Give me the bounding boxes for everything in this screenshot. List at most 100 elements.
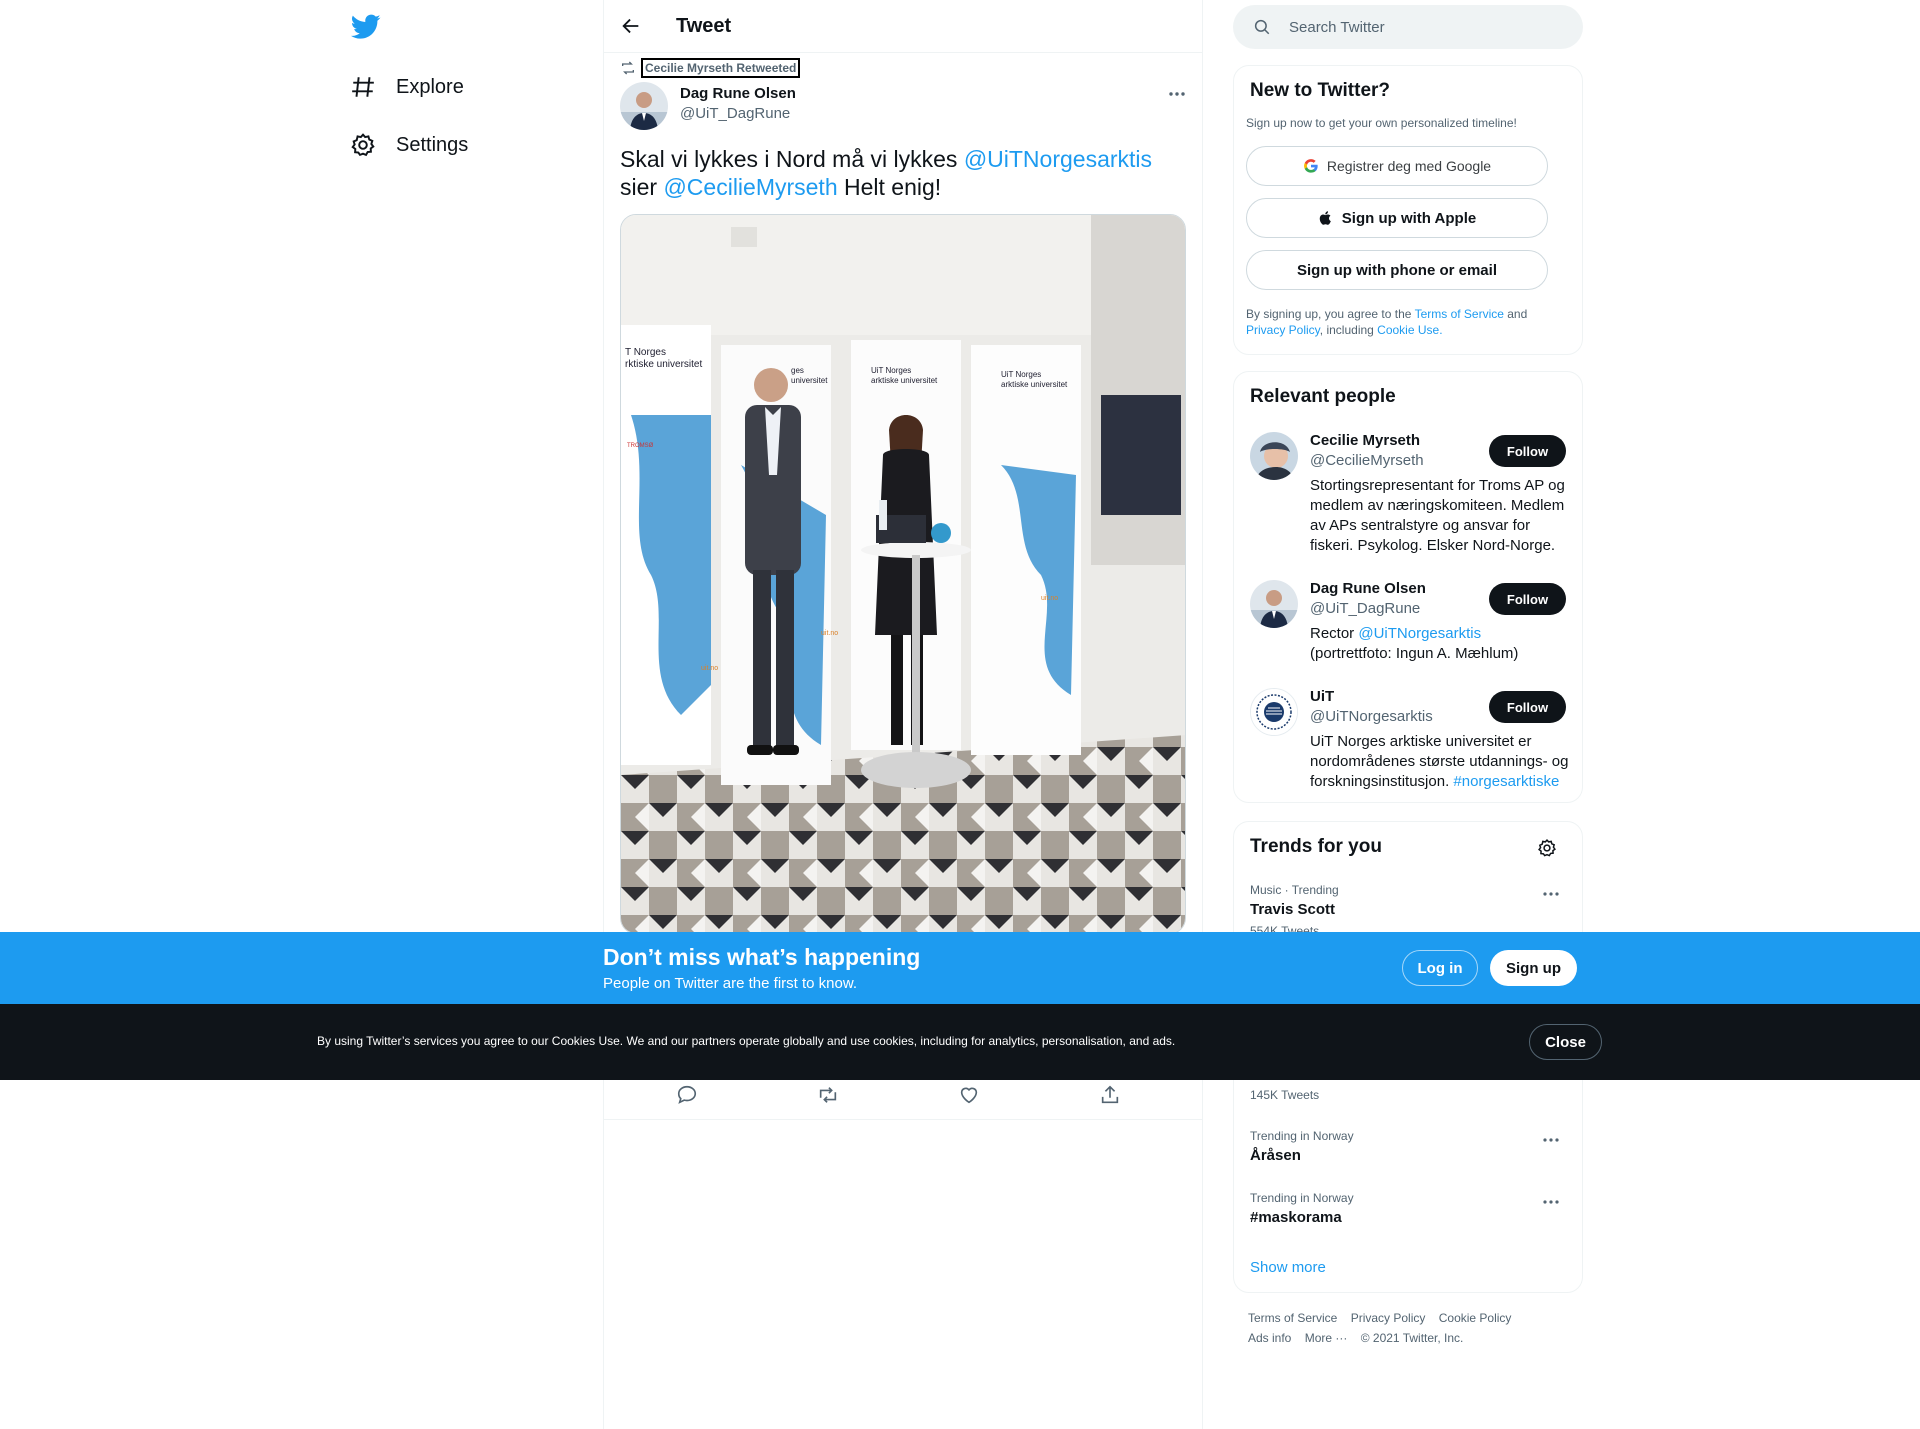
trend-name[interactable]: Åråsen — [1250, 1147, 1301, 1164]
banner-subtitle: People on Twitter are the first to know. — [603, 975, 858, 992]
nav-settings-label: Settings — [396, 133, 469, 156]
footer-copyright: © 2021 Twitter, Inc. — [1360, 1331, 1464, 1345]
show-more-link[interactable]: Show more — [1250, 1259, 1326, 1276]
privacy-link[interactable]: Privacy Policy — [1246, 323, 1320, 337]
tweet-actions — [604, 1080, 1202, 1120]
signup-legal: By signing up, you agree to the Terms of… — [1246, 306, 1566, 338]
author-avatar[interactable] — [620, 82, 668, 130]
relevant-people-card: Relevant people Cecilie Myrseth @Cecilie… — [1233, 371, 1583, 803]
avatar[interactable] — [1250, 432, 1298, 480]
media-sign-text: UiT Norges — [871, 366, 911, 375]
bio-mention-link[interactable]: @UiTNorgesarktis — [1358, 625, 1481, 642]
nav-explore-label: Explore — [396, 75, 464, 98]
close-cookie-button[interactable]: Close — [1529, 1024, 1602, 1060]
tweet-column: Tweet Cecilie Myrseth Retweeted Dag Rune… — [603, 0, 1203, 1429]
search-input[interactable] — [1289, 5, 1569, 49]
cookie-text: By using Twitter’s services you agree to… — [317, 1034, 1176, 1048]
bio-text: Rector — [1310, 625, 1359, 642]
reply-icon[interactable] — [676, 1084, 698, 1106]
trend-name[interactable]: #maskorama — [1250, 1209, 1342, 1226]
more-options-icon[interactable] — [1167, 84, 1187, 104]
person-handle[interactable]: @UiT_DagRune — [1310, 600, 1420, 617]
media-sign-text: arktiske universitet — [871, 376, 938, 385]
footer-terms-link[interactable]: Terms of Service — [1248, 1311, 1337, 1325]
person-handle[interactable]: @UiTNorgesarktis — [1310, 708, 1433, 725]
more-options-icon[interactable] — [1541, 1130, 1561, 1150]
apple-icon — [1319, 211, 1331, 225]
relevant-people-title: Relevant people — [1250, 386, 1396, 407]
cookie-use-link[interactable]: Cookie Use. — [1377, 323, 1442, 337]
legal-text: By signing up, you agree to the — [1246, 307, 1415, 321]
media-sign-text: T Norges — [625, 347, 666, 358]
back-arrow-icon[interactable] — [620, 15, 642, 37]
follow-button[interactable]: Follow — [1489, 691, 1566, 723]
footer-privacy-link[interactable]: Privacy Policy — [1351, 1311, 1426, 1325]
footer-ads-link[interactable]: Ads info — [1248, 1331, 1291, 1345]
tweet-text-part: sier — [620, 174, 664, 200]
gear-icon[interactable] — [1537, 838, 1557, 858]
tweet-text-part: Helt enig! — [837, 174, 942, 200]
mention-uitnorgesarktis[interactable]: @UiTNorgesarktis — [964, 146, 1152, 172]
twitter-logo-icon[interactable] — [351, 14, 381, 40]
follow-button[interactable]: Follow — [1489, 435, 1566, 467]
search-box[interactable] — [1233, 5, 1583, 49]
legal-text: and — [1503, 307, 1528, 321]
phone-signup-label: Sign up with phone or email — [1296, 261, 1497, 279]
tweet-text-part: Skal vi lykkes i Nord må vi lykkes — [620, 146, 964, 172]
google-signup-label: Registrer deg med Google — [1326, 158, 1492, 174]
more-options-icon[interactable] — [1541, 884, 1561, 904]
nav-explore[interactable]: Explore — [350, 62, 464, 112]
trend-meta: Trending in Norway — [1250, 1191, 1354, 1205]
share-icon[interactable] — [1099, 1084, 1121, 1106]
author-name[interactable]: Dag Rune Olsen — [680, 85, 796, 102]
footer-more-link[interactable]: More ··· — [1305, 1331, 1348, 1345]
like-heart-icon[interactable] — [958, 1084, 980, 1106]
tweet-text: Skal vi lykkes i Nord må vi lykkes @UiTN… — [620, 145, 1190, 201]
retweeted-by-label[interactable]: Cecilie Myrseth Retweeted — [640, 58, 801, 78]
login-button[interactable]: Log in — [1402, 950, 1478, 986]
person-name[interactable]: UiT — [1310, 688, 1334, 705]
media-sign-text: uit.no — [701, 665, 718, 672]
banner-title: Don’t miss what’s happening — [603, 944, 921, 970]
person-bio: Rector @UiTNorgesarktis (portrettfoto: In… — [1310, 624, 1572, 664]
terms-link[interactable]: Terms of Service — [1415, 307, 1504, 321]
hashtag-icon — [352, 77, 374, 97]
more-options-icon[interactable] — [1541, 1192, 1561, 1212]
person-name[interactable]: Dag Rune Olsen — [1310, 580, 1426, 597]
trend-meta: Music · Trending — [1250, 883, 1339, 897]
person-name[interactable]: Cecilie Myrseth — [1310, 432, 1420, 449]
signup-card: New to Twitter? Sign up now to get your … — [1233, 65, 1583, 355]
person-bio: Stortingsrepresentant for Troms AP og me… — [1310, 477, 1565, 554]
phone-signup-button[interactable]: Sign up with phone or email — [1246, 250, 1548, 290]
tweet-photo[interactable]: T Norges rktiske universitet UiT Norges … — [620, 214, 1186, 934]
retweet-context[interactable]: Cecilie Myrseth Retweeted — [620, 58, 801, 78]
author-handle[interactable]: @UiT_DagRune — [680, 105, 790, 122]
trend-name[interactable]: Travis Scott — [1250, 901, 1335, 918]
nav-settings[interactable]: Settings — [350, 120, 468, 170]
footer-links-row-2: Ads info More ··· © 2021 Twitter, Inc. — [1248, 1331, 1473, 1345]
avatar[interactable] — [1250, 688, 1298, 736]
google-signup-button[interactable]: Registrer deg med Google — [1246, 146, 1548, 186]
media-sign-text: TROMSØ — [627, 443, 654, 449]
avatar[interactable] — [1250, 580, 1298, 628]
trend-meta: Trending in Norway — [1250, 1129, 1354, 1143]
signup-button[interactable]: Sign up — [1490, 950, 1577, 986]
cookie-bar: By using Twitter’s services you agree to… — [0, 1004, 1920, 1080]
tweet-header: Tweet — [604, 0, 1202, 53]
media-sign-text: uit.no — [821, 630, 838, 637]
trend-count: 145K Tweets — [1250, 1088, 1320, 1102]
person-bio: UiT Norges arktiske universitet er nordo… — [1310, 732, 1572, 792]
apple-signup-button[interactable]: Sign up with Apple — [1246, 198, 1548, 238]
footer-links-row-1: Terms of Service Privacy Policy Cookie P… — [1248, 1311, 1521, 1325]
media-sign-text: uit.no — [1041, 595, 1058, 602]
bio-text: (portrettfoto: Ingun A. Mæhlum) — [1310, 645, 1519, 662]
media-sign-text: universitet — [791, 376, 828, 385]
mention-ceciliemyrseth[interactable]: @CecilieMyrseth — [663, 174, 837, 200]
legal-text: , including — [1319, 323, 1378, 337]
footer-cookie-link[interactable]: Cookie Policy — [1439, 1311, 1512, 1325]
person-handle[interactable]: @CecilieMyrseth — [1310, 452, 1424, 469]
page-title: Tweet — [676, 15, 732, 37]
bio-hashtag-link[interactable]: #norgesarktiske — [1453, 773, 1559, 790]
retweet-action-icon[interactable] — [817, 1084, 839, 1106]
follow-button[interactable]: Follow — [1489, 583, 1566, 615]
